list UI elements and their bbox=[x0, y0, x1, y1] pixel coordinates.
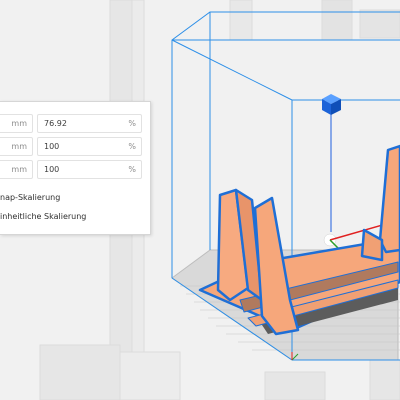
height-percent-field[interactable]: 100 % bbox=[37, 160, 142, 179]
height-mm-field[interactable]: mm bbox=[0, 160, 33, 179]
snap-scaling-checkbox[interactable]: nap-Skalierung bbox=[0, 191, 60, 205]
snap-scaling-label: nap-Skalierung bbox=[0, 193, 61, 202]
move-handle-icon[interactable] bbox=[322, 94, 341, 115]
depth-percent-field[interactable]: 100 % bbox=[37, 137, 142, 156]
uniform-scaling-label: inheitliche Skalierung bbox=[0, 212, 87, 221]
width-mm-field[interactable]: mm bbox=[0, 114, 33, 133]
width-percent-field[interactable]: 76.92 % bbox=[37, 114, 142, 133]
scale-panel: mm 76.92 % mm 100 % mm 100 % nap-Skalier… bbox=[0, 101, 151, 235]
depth-mm-field[interactable]: mm bbox=[0, 137, 33, 156]
move-handle[interactable] bbox=[322, 94, 341, 247]
uniform-scaling-checkbox[interactable]: inheitliche Skalierung bbox=[0, 210, 86, 224]
